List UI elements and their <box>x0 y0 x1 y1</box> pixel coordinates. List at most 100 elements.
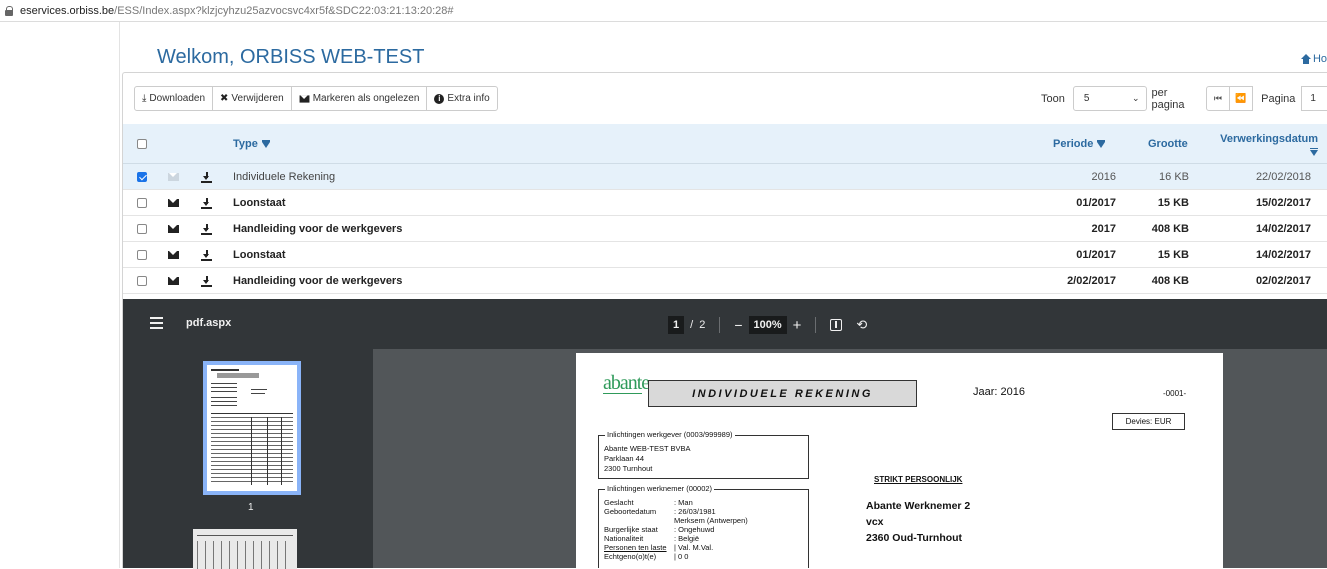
first-page-button[interactable]: ⏮ <box>1206 86 1230 111</box>
extra-info-button[interactable]: i Extra info <box>427 87 496 110</box>
row-checkbox-cell <box>137 190 147 216</box>
zoom-input[interactable]: 100% <box>748 316 787 334</box>
row-period: 2016 <box>1091 171 1116 183</box>
thumbnail-sidebar: 1 <box>123 349 373 569</box>
zoom-out-button[interactable]: − <box>734 317 742 333</box>
row-checkbox[interactable] <box>137 172 147 182</box>
zoom-in-button[interactable]: + <box>793 317 802 334</box>
column-header-type[interactable]: Type <box>233 124 270 164</box>
per-page-label: per pagina <box>1151 86 1185 111</box>
field-key: Geboortedatum <box>604 507 657 516</box>
mail-cell <box>168 190 179 216</box>
table-row[interactable]: Handleiding voor de werkgevers 2/02/2017 4… <box>123 268 1327 294</box>
row-checkbox-cell <box>137 164 147 190</box>
envelope-icon[interactable] <box>168 251 179 259</box>
filter-icon[interactable] <box>1097 140 1106 148</box>
row-type[interactable]: Handleiding voor de werkgevers <box>233 268 402 294</box>
row-date: 22/02/2018 <box>1255 171 1311 183</box>
row-checkbox[interactable] <box>137 198 147 208</box>
employer-lines: Abante WEB-TEST BVBA Parklaan 44 2300 Tu… <box>604 444 691 474</box>
employee-legend: Inlichtingen werknemer (00002) <box>605 484 715 493</box>
menu-icon[interactable] <box>150 317 163 329</box>
strictly-personal-label: STRIKT PERSOONLIJK <box>874 475 963 484</box>
fit-page-icon[interactable] <box>830 319 843 331</box>
row-type[interactable]: Individuele Rekening <box>233 164 335 190</box>
page-thumbnail-1[interactable] <box>203 361 301 495</box>
download-icon[interactable] <box>201 197 212 209</box>
thumb-detail <box>211 397 237 398</box>
thumb-detail <box>211 391 237 392</box>
download-cell <box>201 268 212 294</box>
field-value: | Val. M.Val. <box>674 543 714 552</box>
table-row[interactable]: Loonstaat 01/2017 15 KB 14/02/2017 <box>123 242 1327 268</box>
envelope-icon[interactable] <box>168 277 179 285</box>
action-toolbar: ⤓ Downloaden ✖ Verwijderen Markeren als … <box>134 86 498 111</box>
table-row[interactable]: Individuele Rekening 2016 16 KB 22/02/2018 <box>123 164 1327 190</box>
employee-field: Nationaliteit: België <box>604 534 699 543</box>
field-key: Echtgeno(o)t(e) <box>604 552 657 561</box>
download-icon[interactable] <box>201 249 212 261</box>
row-checkbox[interactable] <box>137 250 147 260</box>
column-header-size[interactable]: Grootte <box>1148 124 1188 164</box>
field-key: Geslacht <box>604 498 634 507</box>
table-row[interactable]: Handleiding voor de werkgevers 2017 408 KB… <box>123 216 1327 242</box>
column-header-period[interactable]: Periode <box>1053 124 1106 164</box>
row-type[interactable]: Loonstaat <box>233 190 286 216</box>
total-pages: 2 <box>699 319 706 331</box>
employer-line: Parklaan 44 <box>604 454 645 463</box>
page-thumbnail-2[interactable] <box>193 529 297 569</box>
url-host: eservices.orbiss.be <box>20 4 115 17</box>
row-size: 408 KB <box>1151 223 1189 235</box>
row-checkbox[interactable] <box>137 276 147 286</box>
thumb-detail <box>267 417 268 485</box>
prev-page-icon: ⏪ <box>1235 93 1247 103</box>
delete-button[interactable]: ✖ Verwijderen <box>213 87 292 110</box>
row-period: 01/2017 <box>1076 197 1116 209</box>
download-icon[interactable] <box>201 223 212 235</box>
row-checkbox[interactable] <box>137 224 147 234</box>
prev-page-button[interactable]: ⏪ <box>1229 86 1254 111</box>
download-label: Downloaden <box>149 93 206 104</box>
column-header-processing-date[interactable]: Verwerkingsdatum <box>1208 124 1318 164</box>
current-page-input[interactable]: 1 <box>668 316 685 334</box>
row-type[interactable]: Handleiding voor de werkgevers <box>233 216 402 242</box>
mark-unread-button[interactable]: Markeren als ongelezen <box>292 87 428 110</box>
pdf-viewer: pdf.aspx 1 / 2 − 100% + ⟲ 1 abante INDIV… <box>123 299 1327 569</box>
download-cell <box>201 190 212 216</box>
envelope-icon[interactable] <box>168 173 179 181</box>
filter-icon[interactable] <box>1310 147 1318 156</box>
per-page-select[interactable]: 5 ⌄ <box>1072 86 1147 111</box>
thumb-detail <box>211 383 237 384</box>
table-row[interactable]: Loonstaat 01/2017 15 KB 15/02/2017 <box>123 190 1327 216</box>
thumb-detail <box>251 393 265 394</box>
address-bar[interactable]: eservices.orbiss.be/ESS/Index.aspx?klzjc… <box>0 0 1327 22</box>
mail-cell <box>168 216 179 242</box>
row-date: 14/02/2017 <box>1255 249 1311 261</box>
page-title: Welkom, ORBISS WEB-TEST <box>157 46 425 68</box>
row-type[interactable]: Loonstaat <box>233 242 286 268</box>
row-checkbox-cell <box>137 216 147 242</box>
filter-icon[interactable] <box>261 140 270 148</box>
rotate-icon[interactable]: ⟲ <box>856 317 867 333</box>
table-header: Type Periode Grootte Verwerkingsdatum <box>123 124 1327 164</box>
download-icon: ⤓ <box>142 92 147 104</box>
employer-line: Abante WEB-TEST BVBA <box>604 444 691 453</box>
pdf-file-name: pdf.aspx <box>186 317 232 329</box>
home-link[interactable]: Ho <box>1300 53 1327 65</box>
row-date: 15/02/2017 <box>1255 197 1311 209</box>
field-value: | 0 0 <box>674 552 689 561</box>
envelope-icon[interactable] <box>168 225 179 233</box>
download-icon[interactable] <box>201 171 212 183</box>
envelope-icon[interactable] <box>168 199 179 207</box>
field-value: Merksem (Antwerpen) <box>674 516 748 525</box>
select-all-checkbox[interactable] <box>137 139 147 149</box>
employee-info-box: Inlichtingen werknemer (00002) Geslacht:… <box>598 484 809 568</box>
download-cell <box>201 242 212 268</box>
pdf-page: abante INDIVIDUELE REKENING Jaar: 2016 -… <box>576 353 1223 568</box>
thumb-detail <box>197 535 293 536</box>
download-button[interactable]: ⤓ Downloaden <box>135 87 214 110</box>
row-checkbox-cell <box>137 242 147 268</box>
page-number-input[interactable]: 1 <box>1301 86 1327 111</box>
download-icon[interactable] <box>201 275 212 287</box>
employee-field: Personen ten laste | Val. M.Val. <box>604 543 713 552</box>
